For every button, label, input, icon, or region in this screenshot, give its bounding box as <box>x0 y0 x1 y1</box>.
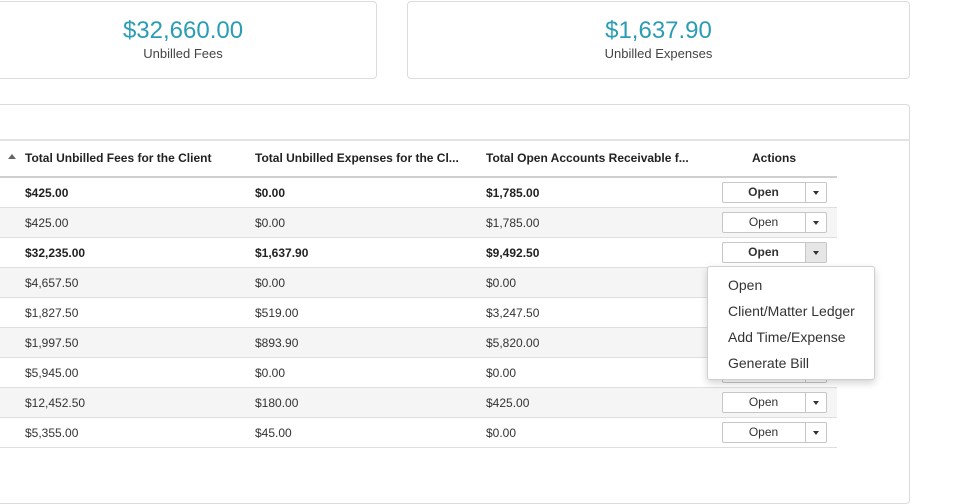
chevron-down-icon <box>812 431 819 435</box>
table-row[interactable]: $425.00 $0.00 $1,785.00 Open <box>0 207 837 238</box>
table-row[interactable]: $425.00 $0.00 $1,785.00 Open <box>0 177 837 208</box>
open-button[interactable]: Open <box>723 183 806 202</box>
table-row[interactable]: $32,235.00 $1,637.90 $9,492.50 Open <box>0 237 837 268</box>
table-header-row: Total Unbilled Fees for the Client Total… <box>0 140 837 178</box>
expenses-cell: $0.00 <box>253 357 484 388</box>
chevron-down-icon <box>812 191 819 195</box>
sort-ascending-icon <box>8 154 16 159</box>
open-button[interactable]: Open <box>723 243 806 262</box>
menu-item-open[interactable]: Open <box>708 272 874 298</box>
open-ar-cell: $1,785.00 <box>484 177 711 208</box>
column-header-open-ar[interactable]: Total Open Accounts Receivable f... <box>484 140 711 178</box>
unbilled-expenses-card: $1,637.90 Unbilled Expenses <box>407 1 910 79</box>
expenses-cell: $0.00 <box>253 207 484 238</box>
actions-cell: Open <box>711 177 837 208</box>
unbilled-expenses-label: Unbilled Expenses <box>604 46 713 61</box>
column-header-unbilled-expenses[interactable]: Total Unbilled Expenses for the Cl... <box>253 140 484 178</box>
open-split-button: Open <box>721 242 827 263</box>
unbilled-fees-card: $32,660.00 Unbilled Fees <box>0 1 377 79</box>
fees-cell: $1,827.50 <box>0 297 253 328</box>
open-button[interactable]: Open <box>723 423 806 442</box>
open-ar-cell: $3,247.50 <box>484 297 711 328</box>
chevron-down-icon <box>812 221 819 225</box>
actions-dropdown-toggle[interactable] <box>806 183 826 202</box>
expenses-cell: $45.00 <box>253 417 484 448</box>
menu-item-client-matter-ledger[interactable]: Client/Matter Ledger <box>708 298 874 324</box>
menu-item-add-time-expense[interactable]: Add Time/Expense <box>708 324 874 350</box>
expenses-cell: $1,637.90 <box>253 237 484 268</box>
table-row[interactable]: $5,355.00 $45.00 $0.00 Open <box>0 417 837 448</box>
menu-item-generate-bill[interactable]: Generate Bill <box>708 350 874 376</box>
actions-dropdown-toggle[interactable] <box>806 423 826 442</box>
fees-cell: $425.00 <box>0 177 253 208</box>
expenses-cell: $0.00 <box>253 177 484 208</box>
actions-dropdown-menu: Open Client/Matter Ledger Add Time/Expen… <box>707 266 875 380</box>
open-ar-cell: $0.00 <box>484 267 711 298</box>
actions-cell: Open <box>711 387 837 418</box>
expenses-cell: $893.90 <box>253 327 484 358</box>
unbilled-fees-amount: $32,660.00 <box>122 17 244 44</box>
open-split-button: Open <box>721 422 827 443</box>
unbilled-expenses-amount: $1,637.90 <box>605 17 712 44</box>
open-ar-cell: $9,492.50 <box>484 237 711 268</box>
chevron-down-icon <box>812 401 819 405</box>
open-split-button: Open <box>721 182 827 203</box>
actions-cell: Open <box>711 237 837 268</box>
actions-cell: Open <box>711 207 837 238</box>
open-split-button: Open <box>721 212 827 233</box>
chevron-down-icon <box>812 251 819 255</box>
fees-cell: $1,997.50 <box>0 327 253 358</box>
expenses-cell: $180.00 <box>253 387 484 418</box>
fees-cell: $5,945.00 <box>0 357 253 388</box>
open-button[interactable]: Open <box>723 213 806 232</box>
open-ar-cell: $5,820.00 <box>484 327 711 358</box>
fees-cell: $4,657.50 <box>0 267 253 298</box>
fees-cell: $425.00 <box>0 207 253 238</box>
actions-dropdown-toggle[interactable] <box>806 213 826 232</box>
expenses-cell: $0.00 <box>253 267 484 298</box>
column-header-actions: Actions <box>711 140 837 178</box>
fees-cell: $12,452.50 <box>0 387 253 418</box>
fees-cell: $32,235.00 <box>0 237 253 268</box>
open-ar-cell: $0.00 <box>484 417 711 448</box>
open-ar-cell: $1,785.00 <box>484 207 711 238</box>
actions-dropdown-toggle[interactable] <box>806 393 826 412</box>
table-row[interactable]: $12,452.50 $180.00 $425.00 Open <box>0 387 837 418</box>
expenses-cell: $519.00 <box>253 297 484 328</box>
open-button[interactable]: Open <box>723 393 806 412</box>
fees-cell: $5,355.00 <box>0 417 253 448</box>
open-ar-cell: $0.00 <box>484 357 711 388</box>
actions-cell: Open <box>711 417 837 448</box>
open-ar-cell: $425.00 <box>484 387 711 418</box>
column-header-unbilled-fees[interactable]: Total Unbilled Fees for the Client <box>0 140 253 178</box>
open-split-button: Open <box>721 392 827 413</box>
actions-dropdown-toggle[interactable] <box>805 243 826 262</box>
unbilled-fees-label: Unbilled Fees <box>143 46 223 61</box>
